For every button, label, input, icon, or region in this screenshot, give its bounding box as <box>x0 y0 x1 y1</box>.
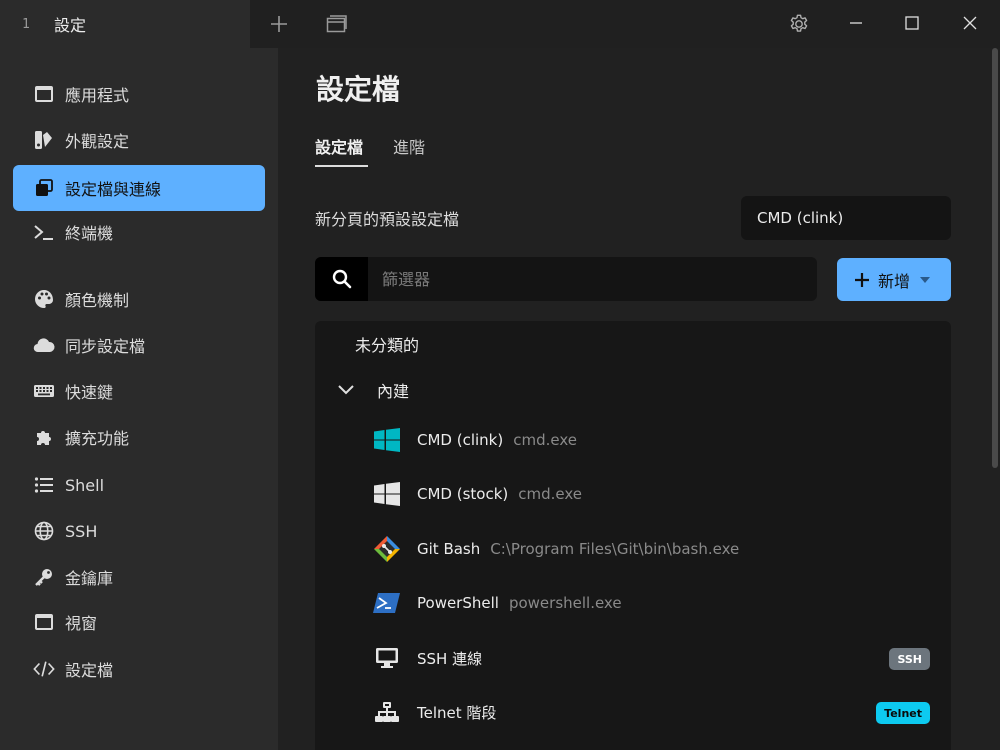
profile-name: Telnet 階段 <box>417 703 497 722</box>
sidebar-item-sync[interactable]: 同步設定檔 <box>13 322 265 368</box>
group-builtin-label: 內建 <box>377 382 410 401</box>
windows-stack-icon <box>33 177 55 199</box>
profile-name: PowerShell <box>417 594 499 612</box>
close-icon[interactable] <box>947 4 993 42</box>
profile-name: CMD (stock) <box>417 485 509 503</box>
telnet-badge: Telnet <box>876 702 930 724</box>
profile-command: powershell.exe <box>508 594 622 612</box>
sidebar-item-label: 外觀設定 <box>65 132 130 151</box>
ssh-badge: SSH <box>889 648 930 670</box>
maximize-icon[interactable] <box>889 4 935 42</box>
window-icon <box>33 611 55 633</box>
filter-input[interactable] <box>368 257 817 301</box>
sidebar-item-label: 快速鍵 <box>65 383 114 402</box>
tab-title: 設定 <box>54 16 87 35</box>
title-bar: 1 設定 <box>0 0 1000 48</box>
profile-row[interactable]: Git Bash C:\Program Files\Git\bin\bash.e… <box>360 527 950 571</box>
active-tab-indicator <box>315 165 368 167</box>
default-profile-value: CMD (clink) <box>757 209 844 227</box>
key-icon <box>33 566 55 588</box>
minimize-icon[interactable] <box>833 4 879 42</box>
plus-icon <box>854 272 870 288</box>
profile-command: C:\Program Files\Git\bin\bash.exe <box>490 540 740 558</box>
sidebar-item-color-scheme[interactable]: 顏色機制 <box>13 276 265 322</box>
sidebar-item-hotkeys[interactable]: 快速鍵 <box>13 368 265 414</box>
add-button-label: 新增 <box>878 271 911 291</box>
windows-logo-icon <box>372 425 402 455</box>
sidebar-item-ssh[interactable]: SSH <box>13 508 265 554</box>
sidebar-item-config-file[interactable]: 設定檔 <box>13 646 265 692</box>
group-uncategorized[interactable]: 未分類的 <box>355 332 419 356</box>
profile-row[interactable]: Telnet 階段 Telnet <box>360 690 950 734</box>
puzzle-icon <box>33 426 55 448</box>
keyboard-icon <box>33 380 55 402</box>
add-profile-button[interactable]: 新增 <box>837 258 951 301</box>
app-window-icon <box>33 83 55 105</box>
search-icon <box>315 257 368 301</box>
profile-row[interactable]: SSH 連線 SSH <box>360 636 950 680</box>
default-profile-select[interactable]: CMD (clink) <box>741 196 951 240</box>
code-icon <box>33 658 55 680</box>
windows-logo-icon <box>372 479 402 509</box>
tab-advanced[interactable]: 進階 <box>393 134 425 158</box>
monitor-icon <box>372 643 402 673</box>
palette-icon <box>33 288 55 310</box>
globe-icon <box>33 520 55 542</box>
sidebar-item-terminal[interactable]: 終端機 <box>13 209 265 255</box>
page-title: 設定檔 <box>316 73 401 106</box>
profile-row[interactable]: CMD (stock) cmd.exe <box>360 472 950 516</box>
filter-bar <box>315 257 817 301</box>
gear-icon[interactable] <box>784 9 814 39</box>
sidebar-item-label: 顏色機制 <box>65 291 130 310</box>
profile-name: SSH 連線 <box>417 649 483 668</box>
sidebar-item-label: 擴充功能 <box>65 429 130 448</box>
powershell-icon <box>372 588 402 618</box>
terminal-prompt-icon <box>33 221 55 243</box>
sidebar-item-vault[interactable]: 金鑰庫 <box>13 554 265 600</box>
profile-command: cmd.exe <box>518 485 583 503</box>
scrollbar-thumb[interactable] <box>992 48 998 468</box>
profile-command: cmd.exe <box>513 431 577 449</box>
sidebar-item-label: 設定檔與連線 <box>65 180 162 199</box>
sidebar-item-label: 視窗 <box>65 614 98 633</box>
sidebar-item-plugins[interactable]: 擴充功能 <box>13 414 265 460</box>
network-icon <box>372 697 402 727</box>
list-icon <box>33 474 55 496</box>
tab-settings[interactable]: 1 設定 <box>0 0 250 48</box>
sidebar-item-label: 設定檔 <box>65 661 114 680</box>
caret-down-icon <box>920 276 931 283</box>
sidebar-item-shell[interactable]: Shell <box>13 462 265 508</box>
default-profile-label: 新分頁的預設設定檔 <box>315 210 460 229</box>
plus-icon[interactable] <box>264 9 294 39</box>
sidebar-item-profiles[interactable]: 設定檔與連線 <box>13 165 265 211</box>
profile-row[interactable]: CMD (clink) cmd.exe <box>360 418 950 462</box>
sidebar-item-application[interactable]: 應用程式 <box>13 71 265 117</box>
profile-name: Git Bash <box>417 540 481 558</box>
sidebar-item-label: 終端機 <box>65 224 114 243</box>
group-builtin-header[interactable]: 內建 <box>335 378 635 402</box>
sidebar-item-label: 金鑰庫 <box>65 569 114 588</box>
sidebar-item-label: SSH <box>65 521 98 541</box>
chevron-down-icon <box>337 384 355 396</box>
profile-row[interactable]: PowerShell powershell.exe <box>360 581 950 625</box>
scrollbar[interactable] <box>988 48 1000 750</box>
cloud-icon <box>33 334 55 356</box>
tab-profiles[interactable]: 設定檔 <box>315 134 363 158</box>
new-window-icon[interactable] <box>321 9 351 39</box>
git-bash-icon <box>372 534 402 564</box>
palette-swatch-icon <box>33 129 55 151</box>
sidebar-item-label: 同步設定檔 <box>65 337 146 356</box>
sidebar-item-label: 應用程式 <box>65 86 130 105</box>
profile-name: CMD (clink) <box>417 431 504 449</box>
sidebar-item-label: Shell <box>65 475 105 495</box>
tab-number: 1 <box>22 16 30 32</box>
sidebar-item-appearance[interactable]: 外觀設定 <box>13 117 265 163</box>
sidebar-item-window[interactable]: 視窗 <box>13 599 265 645</box>
